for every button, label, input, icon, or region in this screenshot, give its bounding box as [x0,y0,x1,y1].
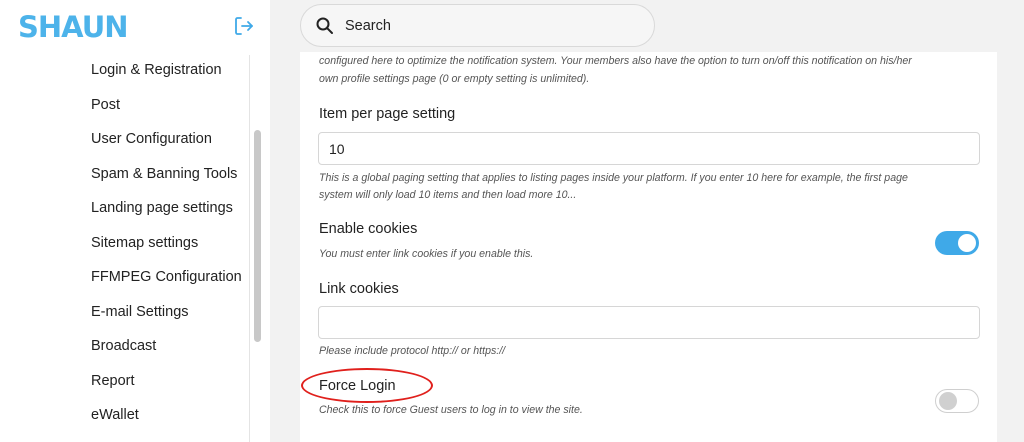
sidebar-scrollbar[interactable] [254,130,261,342]
sidebar-item-ewallet[interactable]: eWallet [91,399,242,434]
sidebar-nav: Login & Registration Post User Configura… [91,54,242,434]
sidebar-divider [249,55,250,442]
sidebar-item-email-settings[interactable]: E-mail Settings [91,296,242,331]
item-per-page-input[interactable] [318,132,980,165]
sidebar-item-user-configuration[interactable]: User Configuration [91,123,242,158]
sidebar-item-landing-page-settings[interactable]: Landing page settings [91,192,242,227]
notification-help-line-2: own profile settings page (0 or empty se… [319,73,590,85]
sidebar-item-spam-banning-tools[interactable]: Spam & Banning Tools [91,158,242,193]
toggle-knob [939,392,957,410]
enable-cookies-toggle[interactable] [935,231,979,255]
enable-cookies-help: You must enter link cookies if you enabl… [319,248,534,260]
sidebar-item-broadcast[interactable]: Broadcast [91,330,242,365]
enable-cookies-label: Enable cookies [319,221,418,237]
sidebar-item-ffmpeg-configuration[interactable]: FFMPEG Configuration [91,261,242,296]
sidebar-item-report[interactable]: Report [91,365,242,400]
logout-icon[interactable] [232,14,256,38]
link-cookies-input[interactable] [318,306,980,339]
item-per-page-help-line-1: This is a global paging setting that app… [319,172,908,184]
sidebar-item-post[interactable]: Post [91,89,242,124]
force-login-help: Check this to force Guest users to log i… [319,404,583,416]
sidebar-item-sitemap-settings[interactable]: Sitemap settings [91,227,242,262]
search-bar[interactable] [300,4,655,47]
search-input[interactable] [345,14,635,38]
shaun-logo[interactable]: SHAUN [18,11,148,41]
link-cookies-label: Link cookies [319,281,399,297]
toggle-knob [958,234,976,252]
force-login-toggle[interactable] [935,389,979,413]
sidebar: SHAUN Login & Registration Post User Con… [0,0,270,442]
search-icon [316,17,333,34]
item-per-page-help-line-2: system will only load 10 items and then … [319,189,577,201]
notification-help-line-1: configured here to optimize the notifica… [319,55,912,67]
item-per-page-label: Item per page setting [319,106,456,122]
link-cookies-help: Please include protocol http:// or https… [319,345,506,357]
logo-text: SHAUN [18,11,128,41]
force-login-annotation-ellipse [301,368,433,403]
sidebar-item-login-registration[interactable]: Login & Registration [91,54,242,89]
